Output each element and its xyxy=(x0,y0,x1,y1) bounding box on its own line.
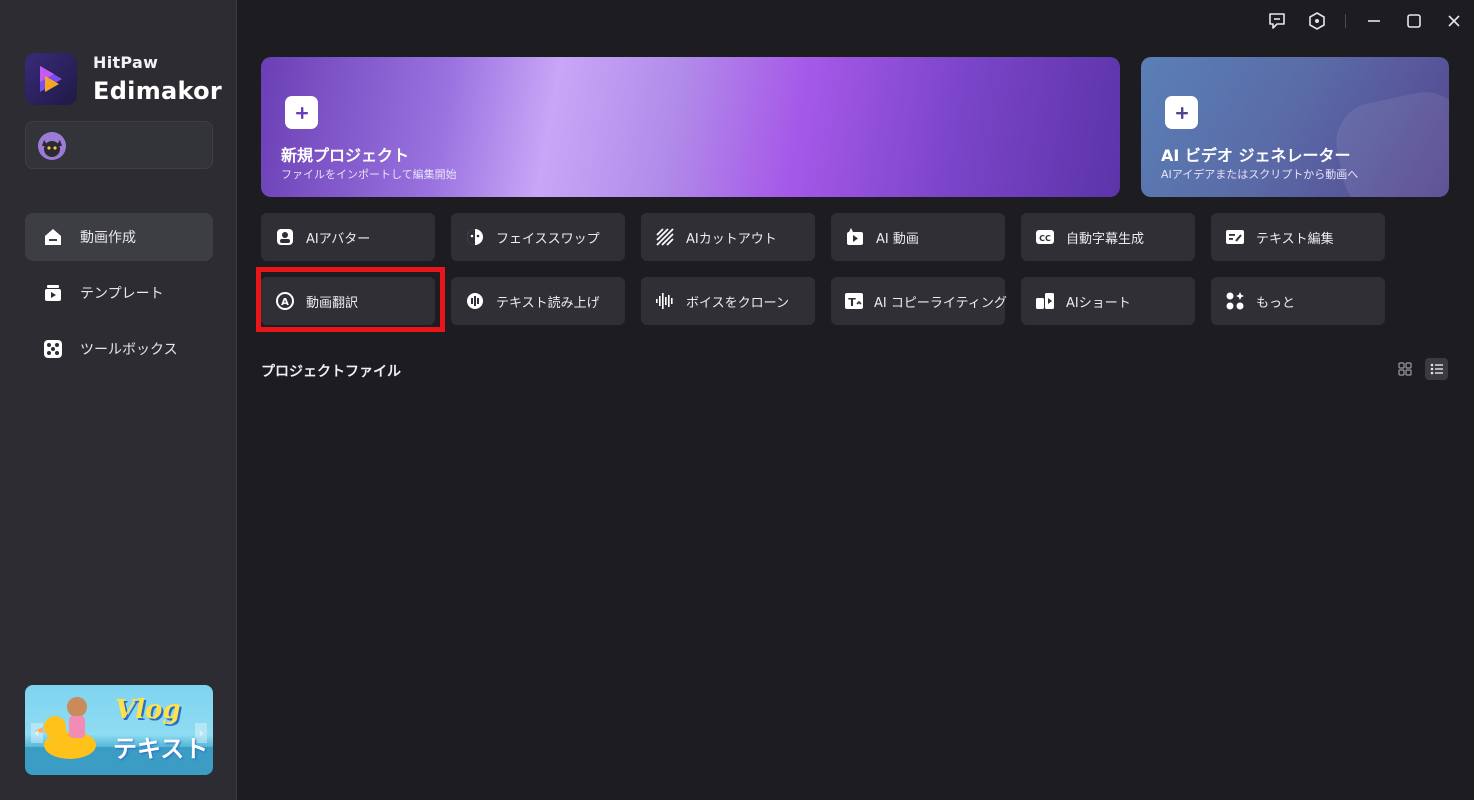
face-swap-icon xyxy=(464,226,486,248)
sidebar: HitPaw Edimakor 動画作成 テンプレート ツールボックス ‹ › … xyxy=(0,0,237,800)
highlight-box xyxy=(256,267,445,332)
template-icon xyxy=(42,282,64,304)
sidebar-item-label: 動画作成 xyxy=(80,230,136,246)
tool-ai-avatar[interactable]: AIアバター xyxy=(261,213,435,261)
sidebar-item-templates[interactable]: テンプレート xyxy=(25,269,213,317)
tool-label: AI コピーライティング xyxy=(874,295,1007,311)
tool-label: AIカットアウト xyxy=(686,231,777,247)
avatar[interactable] xyxy=(38,132,66,160)
tool-label: AI 動画 xyxy=(876,231,919,247)
logo-icon xyxy=(40,66,62,92)
tool-label: AIアバター xyxy=(306,231,371,247)
svg-text:T: T xyxy=(848,296,856,309)
grid-view-button[interactable] xyxy=(1393,358,1416,380)
maximize-button[interactable] xyxy=(1403,10,1425,32)
promo-subtitle: テキスト xyxy=(113,735,209,763)
cc-icon: CC xyxy=(1034,226,1056,248)
tool-ai-video[interactable]: AI 動画 xyxy=(831,213,1005,261)
new-project-card[interactable]: 新規プロジェクト ファイルをインポートして編集開始 xyxy=(261,57,1120,197)
account-box[interactable] xyxy=(25,121,213,169)
promo-banner[interactable]: ‹ › Vlog テキスト xyxy=(25,685,213,775)
sidebar-item-create[interactable]: 動画作成 xyxy=(25,213,213,261)
project-files-title: プロジェクトファイル xyxy=(261,364,401,380)
list-view-icon xyxy=(1430,363,1443,375)
tool-label: テキスト読み上げ xyxy=(496,295,600,311)
voice-clone-icon xyxy=(654,290,676,312)
ai-video-subtitle: AIアイデアまたはスクリプトから動画へ xyxy=(1161,168,1359,181)
close-button[interactable] xyxy=(1443,10,1465,32)
cutout-icon xyxy=(654,226,676,248)
brand-top: HitPaw xyxy=(93,53,159,72)
minimize-button[interactable] xyxy=(1363,10,1385,32)
hexagon-settings-icon xyxy=(1309,12,1325,30)
tts-icon xyxy=(464,290,486,312)
avatar-icon xyxy=(38,132,66,160)
sidebar-item-label: テンプレート xyxy=(80,286,164,302)
toolbox-icon xyxy=(42,338,64,360)
app-logo xyxy=(25,53,77,105)
grid-view-icon xyxy=(1397,362,1412,376)
new-project-subtitle: ファイルをインポートして編集開始 xyxy=(281,168,457,181)
tool-ai-shorts[interactable]: AIショート xyxy=(1021,277,1195,325)
new-project-title: 新規プロジェクト xyxy=(281,146,410,165)
ai-video-title: AI ビデオ ジェネレーター xyxy=(1161,146,1351,165)
svg-text:CC: CC xyxy=(1039,234,1051,243)
promo-title: Vlog xyxy=(115,695,181,725)
brand-name: Edimakor xyxy=(93,77,223,105)
tool-auto-subtitles[interactable]: CC 自動字幕生成 xyxy=(1021,213,1195,261)
plus-icon xyxy=(285,96,318,129)
sidebar-item-label: ツールボックス xyxy=(80,342,178,358)
tool-text-edit[interactable]: テキスト編集 xyxy=(1211,213,1385,261)
tool-label: テキスト編集 xyxy=(1256,231,1334,247)
tool-ai-copywriting[interactable]: T AI コピーライティング xyxy=(831,277,1007,325)
tool-label: 自動字幕生成 xyxy=(1066,231,1145,247)
tool-label: フェイススワップ xyxy=(496,231,600,247)
list-view-button[interactable] xyxy=(1425,358,1448,380)
titlebar-divider xyxy=(1345,14,1346,28)
maximize-icon xyxy=(1407,14,1421,28)
feedback-button[interactable] xyxy=(1266,10,1288,32)
more-icon xyxy=(1224,290,1246,312)
avatar-icon xyxy=(274,226,296,248)
tool-ai-cutout[interactable]: AIカットアウト xyxy=(641,213,815,261)
minimize-icon xyxy=(1368,20,1380,22)
copywriting-icon: T xyxy=(844,290,864,312)
tool-label: ボイスをクローン xyxy=(686,295,789,311)
plus-icon xyxy=(1165,96,1198,129)
promo-prev-button[interactable]: ‹ xyxy=(31,723,43,743)
ai-video-icon xyxy=(844,226,866,248)
sidebar-item-toolbox[interactable]: ツールボックス xyxy=(25,325,213,373)
tool-more[interactable]: もっと xyxy=(1211,277,1385,325)
tool-label: AIショート xyxy=(1066,295,1131,311)
tool-face-swap[interactable]: フェイススワップ xyxy=(451,213,625,261)
ai-shorts-icon xyxy=(1034,290,1056,312)
close-icon xyxy=(1448,15,1460,27)
home-icon xyxy=(42,226,64,248)
settings-button[interactable] xyxy=(1306,10,1328,32)
ai-video-generator-card[interactable]: AI ビデオ ジェネレーター AIアイデアまたはスクリプトから動画へ xyxy=(1141,57,1449,197)
tool-label: もっと xyxy=(1256,295,1296,311)
tool-voice-clone[interactable]: ボイスをクローン xyxy=(641,277,815,325)
feedback-icon xyxy=(1269,13,1285,29)
tool-text-to-speech[interactable]: テキスト読み上げ xyxy=(451,277,625,325)
text-edit-icon xyxy=(1224,226,1246,248)
